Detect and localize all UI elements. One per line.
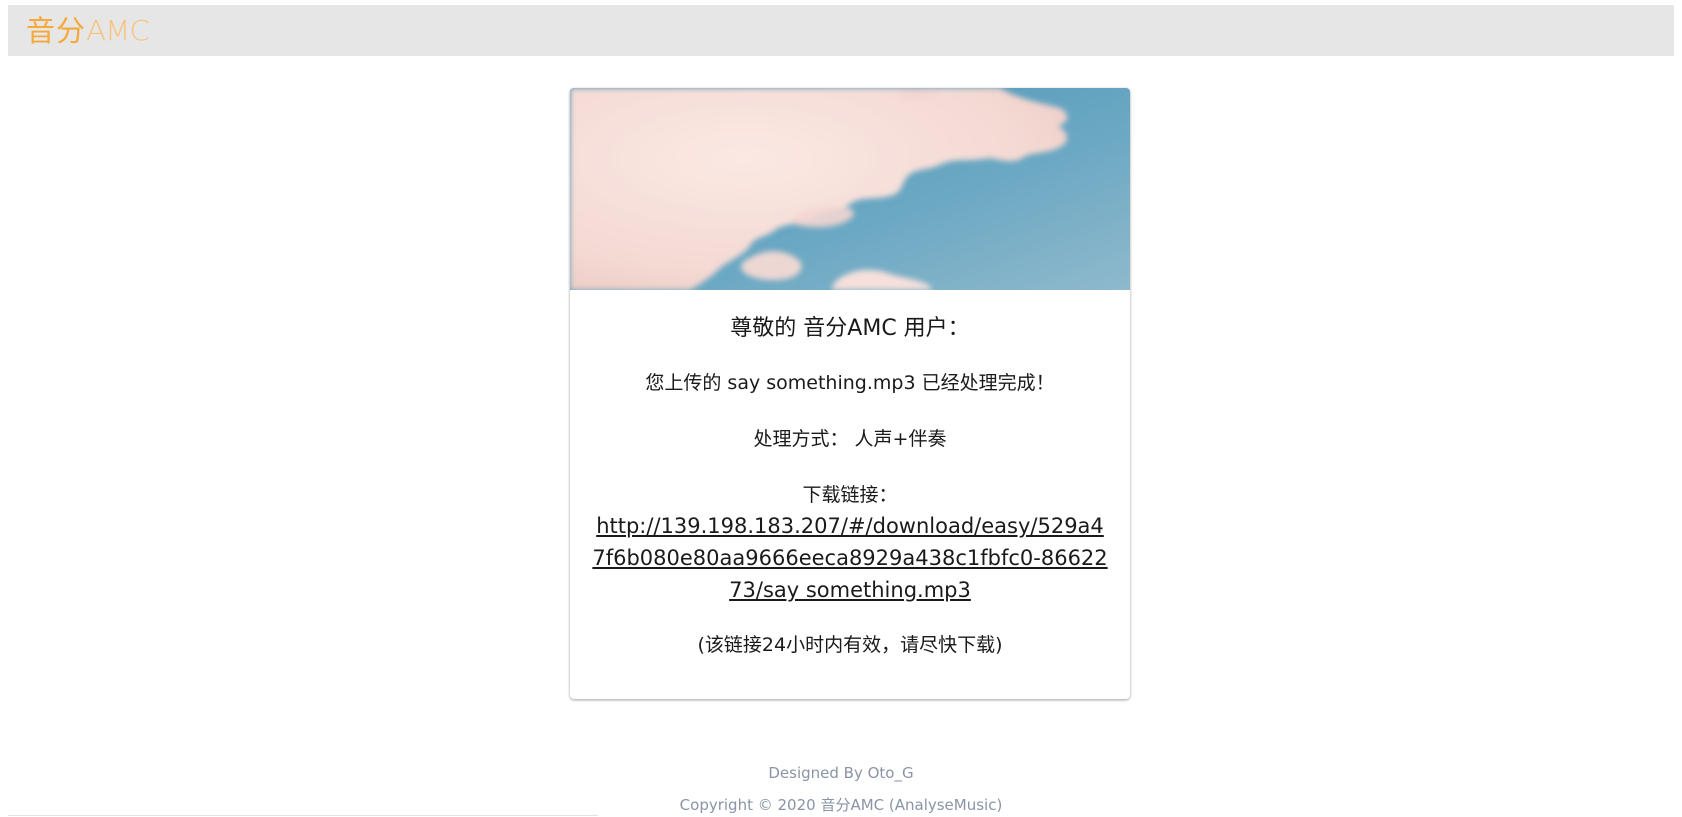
brand-logo[interactable]: 音分 AMC (26, 14, 150, 48)
validity-note: (该链接24小时内有效，请尽快下载) (697, 634, 1003, 656)
download-label: 下载链接： (802, 484, 898, 506)
greeting-heading: 尊敬的 音分AMC 用户： (730, 316, 970, 341)
copyright-notice: Copyright © 2020 音分AMC (AnalyseMusic) (679, 796, 1003, 814)
process-mode-text: 处理方式： 人声+伴奏 (753, 428, 947, 450)
top-bar: 音分 AMC (8, 5, 1674, 56)
designed-by-credit: Designed By Oto_G (768, 764, 914, 782)
notification-card: 尊敬的 音分AMC 用户： 您上传的 say something.mp3 已经处… (570, 88, 1130, 699)
bottom-divider (8, 815, 598, 816)
sky-banner-image (570, 88, 1130, 290)
card-body: 尊敬的 音分AMC 用户： 您上传的 say something.mp3 已经处… (570, 290, 1130, 699)
upload-notice-text: 您上传的 say something.mp3 已经处理完成！ (645, 372, 1055, 394)
download-link[interactable]: http://139.198.183.207/#/download/easy/5… (590, 510, 1110, 606)
logo-chinese-text: 音分 (26, 14, 87, 48)
logo-english-text: AMC (86, 14, 150, 47)
